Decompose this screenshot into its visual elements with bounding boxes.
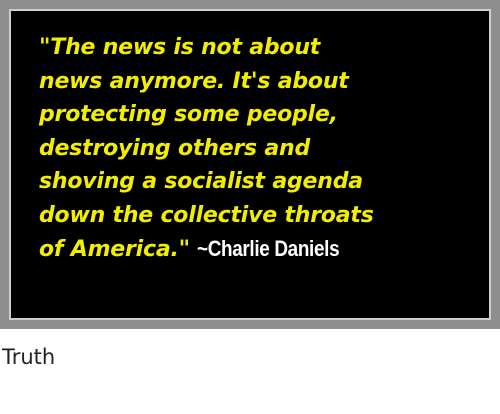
quote-line: news anymore. It's about	[39, 68, 349, 94]
quote-line: protecting some people,	[39, 102, 338, 127]
quote-last-line: of America." ~Charlie Daniels	[39, 232, 481, 267]
quote-attribution: ~Charlie Daniels	[197, 236, 340, 261]
meme-image: "The news is not about news anymore. It'…	[0, 0, 500, 329]
quote-line: down the collective throats	[39, 202, 374, 228]
post-caption: Truth	[2, 345, 56, 369]
quote-line-end: of America."	[39, 237, 198, 262]
quote-text: "The news is not about news anymore. It'…	[39, 31, 481, 267]
quote-line: destroying others and	[39, 135, 311, 161]
meme-quote-panel: "The news is not about news anymore. It'…	[9, 9, 491, 320]
quote-line: shoving a socialist agenda	[39, 169, 363, 194]
quote-line: "The news is not about	[39, 35, 321, 60]
